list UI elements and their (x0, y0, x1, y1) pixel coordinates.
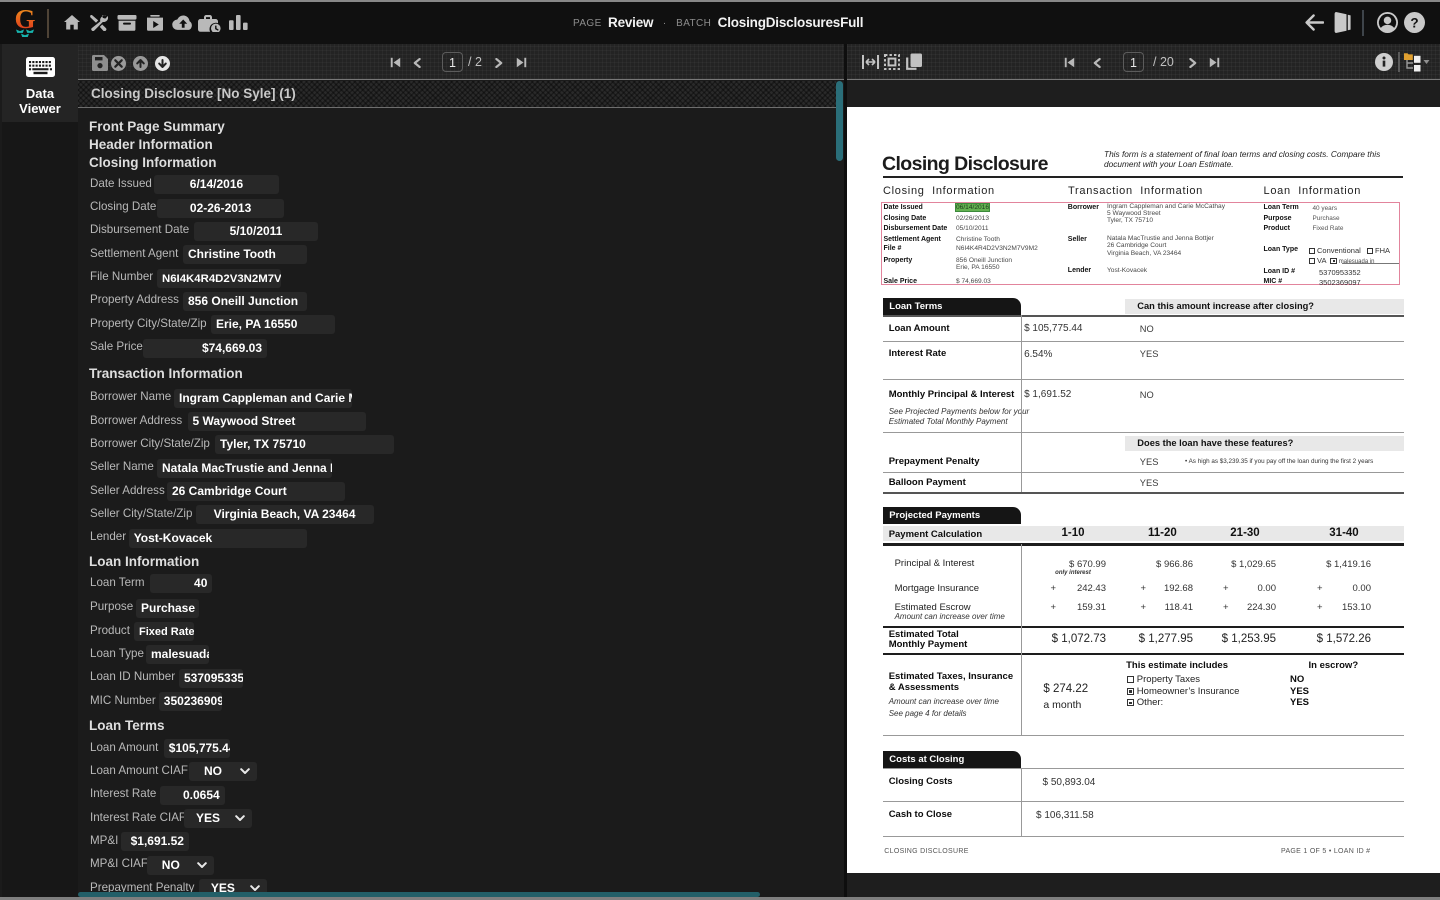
svg-text:G: G (14, 6, 35, 34)
svg-text:?: ? (1410, 15, 1418, 30)
